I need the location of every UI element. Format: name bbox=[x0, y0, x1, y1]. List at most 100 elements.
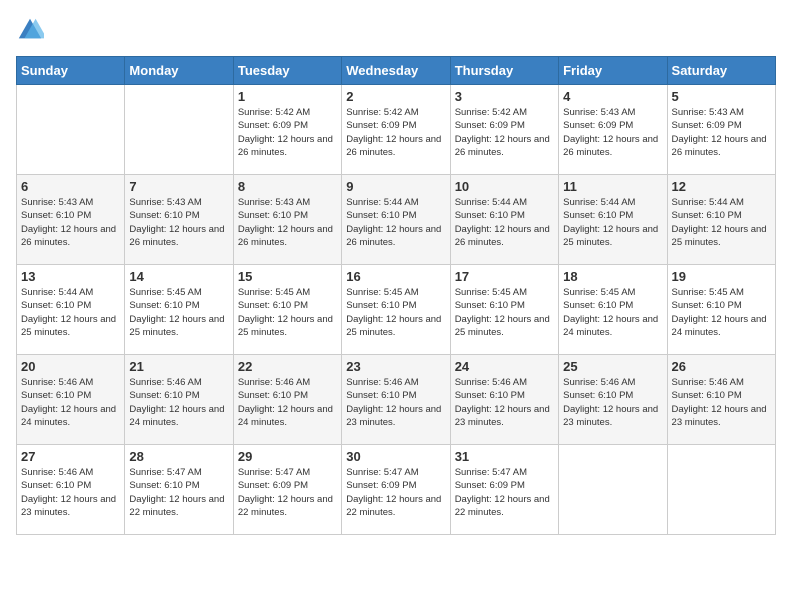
calendar-day-cell: 26 Sunrise: 5:46 AM Sunset: 6:10 PM Dayli… bbox=[667, 355, 775, 445]
day-number: 26 bbox=[672, 359, 771, 374]
calendar-day-cell: 2 Sunrise: 5:42 AM Sunset: 6:09 PM Daylig… bbox=[342, 85, 450, 175]
day-info: Sunrise: 5:45 AM Sunset: 6:10 PM Dayligh… bbox=[455, 286, 554, 339]
day-info: Sunrise: 5:46 AM Sunset: 6:10 PM Dayligh… bbox=[672, 376, 771, 429]
day-number: 8 bbox=[238, 179, 337, 194]
day-number: 22 bbox=[238, 359, 337, 374]
day-info: Sunrise: 5:44 AM Sunset: 6:10 PM Dayligh… bbox=[563, 196, 662, 249]
logo-icon bbox=[16, 16, 44, 44]
day-info: Sunrise: 5:46 AM Sunset: 6:10 PM Dayligh… bbox=[563, 376, 662, 429]
day-info: Sunrise: 5:43 AM Sunset: 6:09 PM Dayligh… bbox=[563, 106, 662, 159]
day-number: 30 bbox=[346, 449, 445, 464]
calendar-day-cell bbox=[667, 445, 775, 535]
calendar-day-cell: 7 Sunrise: 5:43 AM Sunset: 6:10 PM Daylig… bbox=[125, 175, 233, 265]
calendar-day-header: Tuesday bbox=[233, 57, 341, 85]
day-info: Sunrise: 5:45 AM Sunset: 6:10 PM Dayligh… bbox=[129, 286, 228, 339]
day-number: 29 bbox=[238, 449, 337, 464]
page-header bbox=[16, 16, 776, 44]
calendar-day-header: Sunday bbox=[17, 57, 125, 85]
day-number: 28 bbox=[129, 449, 228, 464]
day-info: Sunrise: 5:42 AM Sunset: 6:09 PM Dayligh… bbox=[455, 106, 554, 159]
day-info: Sunrise: 5:44 AM Sunset: 6:10 PM Dayligh… bbox=[672, 196, 771, 249]
day-info: Sunrise: 5:47 AM Sunset: 6:09 PM Dayligh… bbox=[238, 466, 337, 519]
day-number: 1 bbox=[238, 89, 337, 104]
day-number: 27 bbox=[21, 449, 120, 464]
day-number: 19 bbox=[672, 269, 771, 284]
calendar-day-cell: 3 Sunrise: 5:42 AM Sunset: 6:09 PM Daylig… bbox=[450, 85, 558, 175]
calendar-day-header: Friday bbox=[559, 57, 667, 85]
calendar-day-cell: 14Sunrise: 5:45 AM Sunset: 6:10 PM Dayli… bbox=[125, 265, 233, 355]
calendar-week-row: 6 Sunrise: 5:43 AM Sunset: 6:10 PM Daylig… bbox=[17, 175, 776, 265]
calendar-week-row: 13 Sunrise: 5:44 AM Sunset: 6:10 PM Dayli… bbox=[17, 265, 776, 355]
calendar-day-cell bbox=[125, 85, 233, 175]
day-number: 17 bbox=[455, 269, 554, 284]
calendar-table: SundayMondayTuesdayWednesdayThursdayFrid… bbox=[16, 56, 776, 535]
calendar-day-cell: 4 Sunrise: 5:43 AM Sunset: 6:09 PM Daylig… bbox=[559, 85, 667, 175]
calendar-day-cell: 20 Sunrise: 5:46 AM Sunset: 6:10 PM Dayli… bbox=[17, 355, 125, 445]
calendar-day-cell: 23 Sunrise: 5:46 AM Sunset: 6:10 PM Dayli… bbox=[342, 355, 450, 445]
day-info: Sunrise: 5:43 AM Sunset: 6:10 PM Dayligh… bbox=[21, 196, 120, 249]
calendar-day-cell: 24 Sunrise: 5:46 AM Sunset: 6:10 PM Dayli… bbox=[450, 355, 558, 445]
logo bbox=[16, 16, 48, 44]
day-number: 7 bbox=[129, 179, 228, 194]
day-info: Sunrise: 5:47 AM Sunset: 6:09 PM Dayligh… bbox=[346, 466, 445, 519]
day-number: 23 bbox=[346, 359, 445, 374]
calendar-day-cell: 30 Sunrise: 5:47 AM Sunset: 6:09 PM Dayli… bbox=[342, 445, 450, 535]
calendar-day-cell: 11 Sunrise: 5:44 AM Sunset: 6:10 PM Dayli… bbox=[559, 175, 667, 265]
calendar-day-cell: 25 Sunrise: 5:46 AM Sunset: 6:10 PM Dayli… bbox=[559, 355, 667, 445]
day-info: Sunrise: 5:43 AM Sunset: 6:10 PM Dayligh… bbox=[238, 196, 337, 249]
day-info: Sunrise: 5:47 AM Sunset: 6:10 PM Dayligh… bbox=[129, 466, 228, 519]
day-info: Sunrise: 5:43 AM Sunset: 6:09 PM Dayligh… bbox=[672, 106, 771, 159]
day-info: Sunrise: 5:47 AM Sunset: 6:09 PM Dayligh… bbox=[455, 466, 554, 519]
day-info: Sunrise: 5:45 AM Sunset: 6:10 PM Dayligh… bbox=[346, 286, 445, 339]
calendar-day-cell bbox=[17, 85, 125, 175]
day-info: Sunrise: 5:42 AM Sunset: 6:09 PM Dayligh… bbox=[346, 106, 445, 159]
day-info: Sunrise: 5:43 AM Sunset: 6:10 PM Dayligh… bbox=[129, 196, 228, 249]
day-info: Sunrise: 5:46 AM Sunset: 6:10 PM Dayligh… bbox=[21, 466, 120, 519]
calendar-day-header: Monday bbox=[125, 57, 233, 85]
day-info: Sunrise: 5:46 AM Sunset: 6:10 PM Dayligh… bbox=[21, 376, 120, 429]
day-info: Sunrise: 5:45 AM Sunset: 6:10 PM Dayligh… bbox=[672, 286, 771, 339]
calendar-day-cell: 10Sunrise: 5:44 AM Sunset: 6:10 PM Dayli… bbox=[450, 175, 558, 265]
calendar-header-row: SundayMondayTuesdayWednesdayThursdayFrid… bbox=[17, 57, 776, 85]
day-number: 18 bbox=[563, 269, 662, 284]
day-info: Sunrise: 5:46 AM Sunset: 6:10 PM Dayligh… bbox=[238, 376, 337, 429]
day-number: 5 bbox=[672, 89, 771, 104]
calendar-week-row: 1 Sunrise: 5:42 AM Sunset: 6:09 PM Daylig… bbox=[17, 85, 776, 175]
calendar-day-cell: 1 Sunrise: 5:42 AM Sunset: 6:09 PM Daylig… bbox=[233, 85, 341, 175]
day-number: 13 bbox=[21, 269, 120, 284]
day-number: 10 bbox=[455, 179, 554, 194]
day-number: 3 bbox=[455, 89, 554, 104]
day-number: 16 bbox=[346, 269, 445, 284]
calendar-day-cell: 9Sunrise: 5:44 AM Sunset: 6:10 PM Daylig… bbox=[342, 175, 450, 265]
calendar-day-header: Wednesday bbox=[342, 57, 450, 85]
calendar-day-cell: 22 Sunrise: 5:46 AM Sunset: 6:10 PM Dayli… bbox=[233, 355, 341, 445]
day-number: 12 bbox=[672, 179, 771, 194]
calendar-day-cell: 18 Sunrise: 5:45 AM Sunset: 6:10 PM Dayli… bbox=[559, 265, 667, 355]
calendar-week-row: 27 Sunrise: 5:46 AM Sunset: 6:10 PM Dayli… bbox=[17, 445, 776, 535]
day-number: 11 bbox=[563, 179, 662, 194]
calendar-day-header: Thursday bbox=[450, 57, 558, 85]
calendar-day-cell: 12 Sunrise: 5:44 AM Sunset: 6:10 PM Dayli… bbox=[667, 175, 775, 265]
day-info: Sunrise: 5:45 AM Sunset: 6:10 PM Dayligh… bbox=[563, 286, 662, 339]
day-info: Sunrise: 5:44 AM Sunset: 6:10 PM Dayligh… bbox=[346, 196, 445, 249]
day-info: Sunrise: 5:46 AM Sunset: 6:10 PM Dayligh… bbox=[129, 376, 228, 429]
day-info: Sunrise: 5:44 AM Sunset: 6:10 PM Dayligh… bbox=[21, 286, 120, 339]
day-info: Sunrise: 5:42 AM Sunset: 6:09 PM Dayligh… bbox=[238, 106, 337, 159]
day-number: 25 bbox=[563, 359, 662, 374]
day-number: 20 bbox=[21, 359, 120, 374]
day-number: 4 bbox=[563, 89, 662, 104]
day-number: 31 bbox=[455, 449, 554, 464]
day-info: Sunrise: 5:46 AM Sunset: 6:10 PM Dayligh… bbox=[455, 376, 554, 429]
calendar-day-cell: 27 Sunrise: 5:46 AM Sunset: 6:10 PM Dayli… bbox=[17, 445, 125, 535]
day-info: Sunrise: 5:45 AM Sunset: 6:10 PM Dayligh… bbox=[238, 286, 337, 339]
calendar-day-cell: 13 Sunrise: 5:44 AM Sunset: 6:10 PM Dayli… bbox=[17, 265, 125, 355]
calendar-day-cell: 6 Sunrise: 5:43 AM Sunset: 6:10 PM Daylig… bbox=[17, 175, 125, 265]
calendar-day-cell: 17 Sunrise: 5:45 AM Sunset: 6:10 PM Dayli… bbox=[450, 265, 558, 355]
day-number: 2 bbox=[346, 89, 445, 104]
day-number: 24 bbox=[455, 359, 554, 374]
calendar-day-cell: 8 Sunrise: 5:43 AM Sunset: 6:10 PM Daylig… bbox=[233, 175, 341, 265]
calendar-day-cell: 19 Sunrise: 5:45 AM Sunset: 6:10 PM Dayli… bbox=[667, 265, 775, 355]
calendar-day-header: Saturday bbox=[667, 57, 775, 85]
day-info: Sunrise: 5:46 AM Sunset: 6:10 PM Dayligh… bbox=[346, 376, 445, 429]
day-number: 6 bbox=[21, 179, 120, 194]
